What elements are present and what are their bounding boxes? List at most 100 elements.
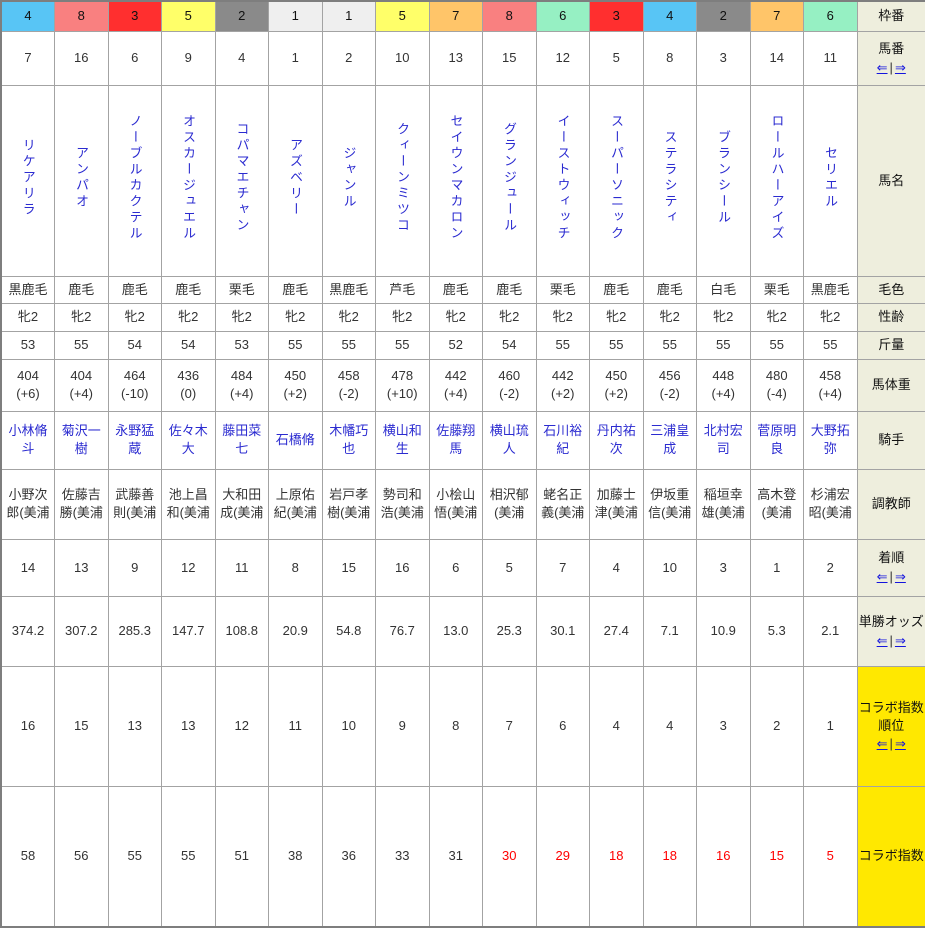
cell-jockey-horse-15[interactable]: 横山琉人 [483, 411, 537, 469]
horse-name-text[interactable]: セリエル [821, 146, 839, 210]
cell-jockey-horse-6[interactable]: 永野猛蔵 [108, 411, 162, 469]
cell-waku-horse-9: 5 [162, 1, 216, 31]
horse-name-text[interactable]: オスカージュエル [179, 114, 197, 242]
bodyweight-value: 436 [177, 368, 199, 383]
bodyweight-diff: (0) [180, 386, 196, 401]
cell-uma-horse-7: 7 [1, 31, 55, 85]
cell-collab_index-horse-1: 38 [269, 786, 323, 927]
cell-name-horse-1[interactable]: アズベリー [269, 85, 323, 276]
sort-asc-link-odds[interactable]: ⇐ [877, 633, 888, 648]
horse-name-text[interactable]: セイウンマカロン [447, 114, 465, 242]
cell-bodyweight-horse-13: 442(+4) [429, 359, 483, 411]
cell-sexage-horse-15: 牝2 [483, 303, 537, 331]
cell-name-horse-8[interactable]: ステラシティ [643, 85, 697, 276]
cell-odds-horse-14: 5.3 [750, 596, 804, 666]
cell-jockey-horse-3[interactable]: 北村宏司 [697, 411, 751, 469]
sort-desc-link-finish[interactable]: ⇒ [895, 569, 906, 584]
cell-jockey-horse-8[interactable]: 三浦皇成 [643, 411, 697, 469]
row-label-text: 馬名 [878, 173, 904, 188]
cell-jockey-horse-14[interactable]: 菅原明良 [750, 411, 804, 469]
cell-sexage-horse-11: 牝2 [804, 303, 858, 331]
cell-weight-horse-8: 55 [643, 331, 697, 359]
cell-waku-horse-12: 6 [536, 1, 590, 31]
sort-asc-link-collab_rank[interactable]: ⇐ [877, 736, 888, 751]
horse-name-text[interactable]: ジャンル [340, 146, 358, 210]
cell-finish-horse-2: 15 [322, 539, 376, 596]
cell-name-horse-7[interactable]: リケアリラ [1, 85, 55, 276]
cell-collab_index-horse-5: 18 [590, 786, 644, 927]
cell-name-horse-10[interactable]: クィーンミツコ [376, 85, 430, 276]
bodyweight-diff: (-2) [660, 386, 680, 401]
horse-name-text[interactable]: コパマエチャン [233, 122, 251, 234]
cell-name-horse-2[interactable]: ジャンル [322, 85, 376, 276]
bodyweight-diff: (-10) [121, 386, 148, 401]
cell-jockey-horse-13[interactable]: 佐藤翔馬 [429, 411, 483, 469]
cell-name-horse-5[interactable]: スーパーソニック [590, 85, 644, 276]
cell-name-horse-13[interactable]: セイウンマカロン [429, 85, 483, 276]
horse-name-text[interactable]: クィーンミツコ [393, 122, 411, 234]
horse-name-text[interactable]: グランジュール [500, 122, 518, 234]
cell-coat-horse-15: 鹿毛 [483, 276, 537, 303]
bodyweight-value: 456 [659, 368, 681, 383]
cell-collab_rank-horse-13: 8 [429, 666, 483, 786]
cell-name-horse-6[interactable]: ノーブルカクテル [108, 85, 162, 276]
cell-name-horse-11[interactable]: セリエル [804, 85, 858, 276]
cell-jockey-horse-16[interactable]: 菊沢一樹 [55, 411, 109, 469]
sort-asc-link-finish[interactable]: ⇐ [877, 569, 888, 584]
cell-uma-horse-8: 8 [643, 31, 697, 85]
cell-name-horse-14[interactable]: ロールハーアイズ [750, 85, 804, 276]
row-label-text: 馬番 [878, 41, 904, 56]
cell-uma-horse-5: 5 [590, 31, 644, 85]
cell-bodyweight-horse-7: 404(+6) [1, 359, 55, 411]
cell-jockey-horse-9[interactable]: 佐々木大 [162, 411, 216, 469]
cell-jockey-horse-2[interactable]: 木幡巧也 [322, 411, 376, 469]
bodyweight-diff: (+6) [16, 386, 39, 401]
cell-bodyweight-horse-2: 458(-2) [322, 359, 376, 411]
sort-desc-link-collab_rank[interactable]: ⇒ [895, 736, 906, 751]
cell-coat-horse-11: 黒鹿毛 [804, 276, 858, 303]
horse-name-text[interactable]: イーストウィッチ [554, 114, 572, 242]
sort-asc-link-uma[interactable]: ⇐ [877, 60, 888, 75]
horse-name-text[interactable]: スーパーソニック [607, 114, 625, 242]
horse-name-text[interactable]: ステラシティ [661, 130, 679, 226]
horse-name-text[interactable]: ノーブルカクテル [126, 114, 144, 242]
sort-separator: | [888, 633, 895, 648]
cell-weight-horse-16: 55 [55, 331, 109, 359]
cell-name-horse-15[interactable]: グランジュール [483, 85, 537, 276]
horse-name-text[interactable]: ブランシール [714, 130, 732, 226]
cell-jockey-horse-5[interactable]: 丹内祐次 [590, 411, 644, 469]
cell-odds-horse-5: 27.4 [590, 596, 644, 666]
cell-name-horse-4[interactable]: コパマエチャン [215, 85, 269, 276]
cell-collab_index-horse-3: 16 [697, 786, 751, 927]
cell-name-horse-12[interactable]: イーストウィッチ [536, 85, 590, 276]
horse-name-text[interactable]: アズベリー [286, 138, 304, 218]
cell-coat-horse-2: 黒鹿毛 [322, 276, 376, 303]
horse-name-text[interactable]: ロールハーアイズ [768, 114, 786, 242]
bodyweight-value: 450 [605, 368, 627, 383]
cell-jockey-horse-7[interactable]: 小林脩斗 [1, 411, 55, 469]
cell-weight-horse-15: 54 [483, 331, 537, 359]
horse-name-text[interactable]: リケアリラ [19, 138, 37, 218]
row-label-text: 枠番 [878, 8, 904, 23]
row-jockey: 小林脩斗菊沢一樹永野猛蔵佐々木大藤田菜七石橋脩木幡巧也横山和生佐藤翔馬横山琉人石… [1, 411, 925, 469]
cell-weight-horse-10: 55 [376, 331, 430, 359]
cell-jockey-horse-4[interactable]: 藤田菜七 [215, 411, 269, 469]
horse-name-text[interactable]: アンパオ [72, 146, 90, 210]
cell-finish-horse-15: 5 [483, 539, 537, 596]
cell-odds-horse-4: 108.8 [215, 596, 269, 666]
sort-desc-link-uma[interactable]: ⇒ [895, 60, 906, 75]
cell-name-horse-3[interactable]: ブランシール [697, 85, 751, 276]
cell-jockey-horse-12[interactable]: 石川裕紀 [536, 411, 590, 469]
cell-name-horse-9[interactable]: オスカージュエル [162, 85, 216, 276]
cell-waku-horse-5: 3 [590, 1, 644, 31]
cell-odds-horse-10: 76.7 [376, 596, 430, 666]
row-finish: 14139121181516657410312着順⇐|⇒ [1, 539, 925, 596]
cell-jockey-horse-11[interactable]: 大野拓弥 [804, 411, 858, 469]
cell-jockey-horse-1[interactable]: 石橋脩 [269, 411, 323, 469]
cell-name-horse-16[interactable]: アンパオ [55, 85, 109, 276]
cell-weight-horse-6: 54 [108, 331, 162, 359]
cell-jockey-horse-10[interactable]: 横山和生 [376, 411, 430, 469]
sort-desc-link-odds[interactable]: ⇒ [895, 633, 906, 648]
sort-arrows-uma: ⇐|⇒ [859, 59, 925, 77]
row-trainer: 小野次郎(美浦佐藤吉勝(美浦武藤善則(美浦池上昌和(美浦大和田成(美浦上原佑紀(… [1, 469, 925, 539]
